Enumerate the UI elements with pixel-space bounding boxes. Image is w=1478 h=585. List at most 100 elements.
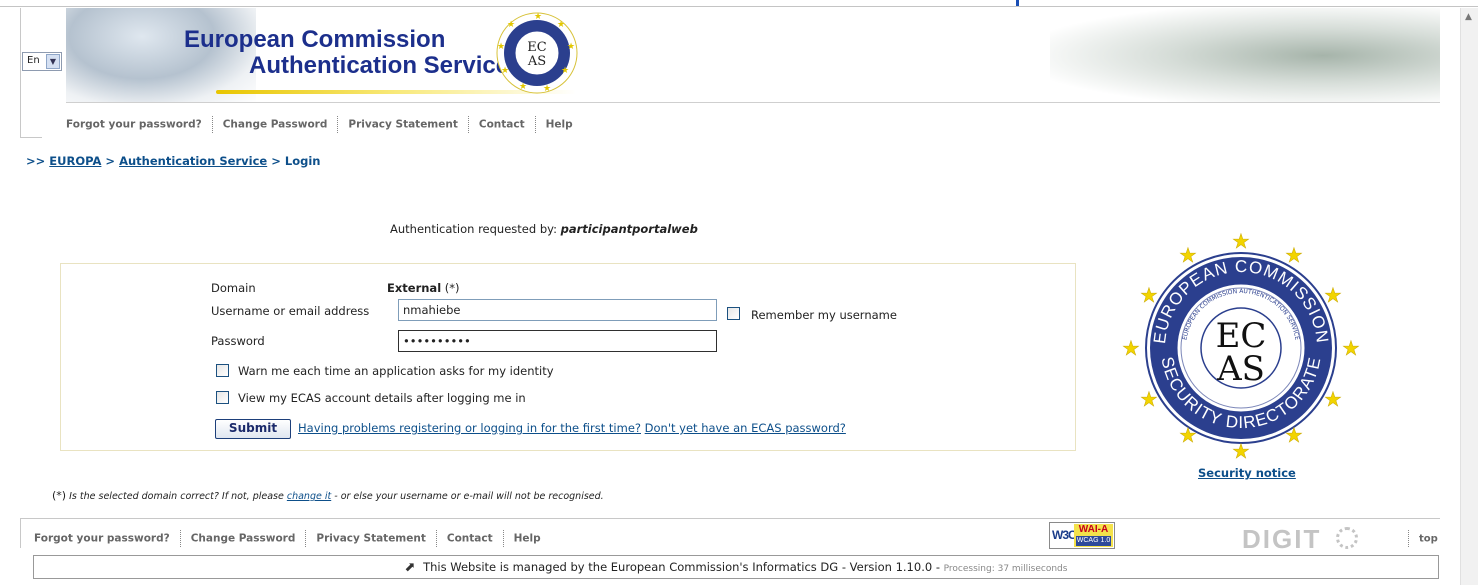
breadcrumb-authentication-service[interactable]: Authentication Service (119, 154, 267, 168)
digit-logo-ring (1336, 527, 1358, 549)
auth-request-value: participantportalweb (560, 222, 698, 236)
header-banner: European Commission Authentication Servi… (66, 8, 1440, 103)
nav-separator (179, 530, 181, 547)
svg-text:★: ★ (497, 42, 505, 52)
svg-text:★: ★ (1324, 283, 1342, 307)
svg-text:★: ★ (501, 66, 509, 76)
svg-text:★: ★ (1232, 230, 1250, 253)
nav-separator (1408, 530, 1409, 547)
remember-username-label: Remember my username (751, 308, 897, 322)
breadcrumb-europa[interactable]: EUROPA (49, 154, 101, 168)
svg-text:★: ★ (567, 42, 575, 52)
vertical-scrollbar[interactable]: ▲ (1460, 8, 1478, 585)
warn-identity-checkbox[interactable] (216, 364, 229, 377)
managed-by-bar: ⬈ This Website is managed by the Europea… (33, 555, 1439, 579)
username-label: Username or email address (211, 304, 370, 318)
svg-text:★: ★ (543, 84, 551, 94)
footer-forgot-password[interactable]: Forgot your password? (34, 533, 170, 545)
breadcrumb-separator: > (271, 154, 281, 168)
warn-identity-label: Warn me each time an application asks fo… (238, 364, 554, 378)
nav-separator (534, 116, 536, 133)
nav-contact[interactable]: Contact (479, 119, 525, 131)
seal-small-as: AS (527, 54, 546, 69)
ecas-security-seal: EUROPEAN COMMISSION SECURITY DIRECTORATE… (1122, 230, 1360, 460)
wcag-version: WCAG 1.0 (1076, 536, 1111, 546)
digit-logo: DIGIT (1242, 524, 1322, 554)
footer-divider (20, 518, 1440, 519)
breadcrumb-separator: > (105, 154, 116, 168)
security-notice-link[interactable]: Security notice (1198, 466, 1296, 480)
submit-button[interactable]: Submit (215, 419, 291, 439)
top-accent (1016, 0, 1019, 6)
footnote-asterisk: (*) (52, 489, 67, 502)
footer-help[interactable]: Help (514, 533, 541, 545)
svg-text:★: ★ (534, 12, 542, 22)
footer-privacy-statement[interactable]: Privacy Statement (316, 533, 426, 545)
nav-separator (211, 116, 213, 133)
change-domain-link[interactable]: change it (287, 491, 331, 502)
w3c-logo-text: W3C (1052, 528, 1077, 542)
svg-text:★: ★ (557, 20, 565, 30)
svg-text:★: ★ (1285, 243, 1303, 267)
top-link-wrap: top (1408, 530, 1438, 547)
username-input[interactable]: nmahiebe (398, 299, 717, 321)
svg-text:★: ★ (561, 66, 569, 76)
ecas-logo-small: ★ ★ ★ ★ ★ ★ ★ ★ ★ EC AS (496, 12, 578, 94)
banner-title-line1: European Commission (184, 26, 446, 53)
domain-label: Domain (211, 281, 256, 295)
scroll-up-icon[interactable]: ▲ (1465, 12, 1472, 22)
nav-forgot-password[interactable]: Forgot your password? (66, 119, 202, 131)
login-form: Domain External (*) Username or email ad… (60, 263, 1076, 451)
password-input[interactable]: •••••••••• (398, 330, 717, 352)
svg-text:★: ★ (519, 82, 527, 92)
mouse-icon: ⬈ (404, 560, 416, 575)
nav-privacy-statement[interactable]: Privacy Statement (348, 119, 458, 131)
svg-text:★: ★ (1232, 439, 1250, 460)
svg-text:★: ★ (1285, 423, 1303, 447)
seal-small-ec: EC (527, 40, 546, 55)
frame-line (20, 8, 21, 138)
no-password-link[interactable]: Don't yet have an ECAS password? (645, 421, 846, 435)
nav-separator (435, 530, 437, 547)
svg-text:★: ★ (1140, 387, 1158, 411)
language-value: En (27, 55, 40, 66)
nav-change-password[interactable]: Change Password (223, 119, 328, 131)
w3c-wai-a-badge[interactable]: W3C WAI-A WCAG 1.0 (1049, 522, 1115, 549)
domain-suffix: (*) (444, 281, 460, 295)
remember-username-checkbox[interactable] (727, 307, 740, 320)
wai-a-label: WAI-A WCAG 1.0 (1074, 524, 1113, 547)
svg-text:★: ★ (1122, 336, 1140, 360)
banner-right-image (1050, 8, 1440, 102)
svg-text:★: ★ (1179, 423, 1197, 447)
nav-help[interactable]: Help (546, 119, 573, 131)
nav-separator (305, 530, 307, 547)
frame-line (20, 137, 42, 138)
svg-text:★: ★ (1324, 387, 1342, 411)
domain-value: External (387, 281, 442, 295)
footnote-text2: - or else your username or e-mail will n… (334, 491, 604, 502)
language-select[interactable]: En ▼ (22, 52, 62, 71)
footer-divider-vertical (20, 518, 21, 548)
top-nav: Forgot your password? Change Password Priv… (66, 116, 573, 133)
password-label: Password (211, 334, 265, 348)
nav-separator (467, 116, 469, 133)
window-top-border (0, 0, 1478, 7)
svg-text:★: ★ (1179, 243, 1197, 267)
wai-level: WAI-A (1078, 524, 1109, 535)
bottom-nav: Forgot your password? Change Password Priv… (34, 530, 541, 547)
auth-request-label: Authentication requested by: (390, 222, 557, 236)
footer-change-password[interactable]: Change Password (191, 533, 296, 545)
registration-help-link[interactable]: Having problems registering or logging i… (298, 421, 641, 435)
processing-time: Processing: 37 milliseconds (943, 564, 1068, 574)
breadcrumb-prefix: >> (26, 154, 46, 168)
view-account-checkbox[interactable] (216, 391, 229, 404)
managed-text: This Website is managed by the European … (423, 560, 940, 574)
help-links: Having problems registering or logging i… (298, 421, 846, 435)
banner-left-image (66, 8, 256, 102)
chevron-down-icon[interactable]: ▼ (46, 54, 60, 69)
seal-center-as: AS (1216, 349, 1265, 389)
footer-contact[interactable]: Contact (447, 533, 493, 545)
view-account-label: View my ECAS account details after loggi… (238, 391, 526, 405)
breadcrumb-login: Login (284, 154, 321, 168)
back-to-top-link[interactable]: top (1419, 534, 1438, 545)
